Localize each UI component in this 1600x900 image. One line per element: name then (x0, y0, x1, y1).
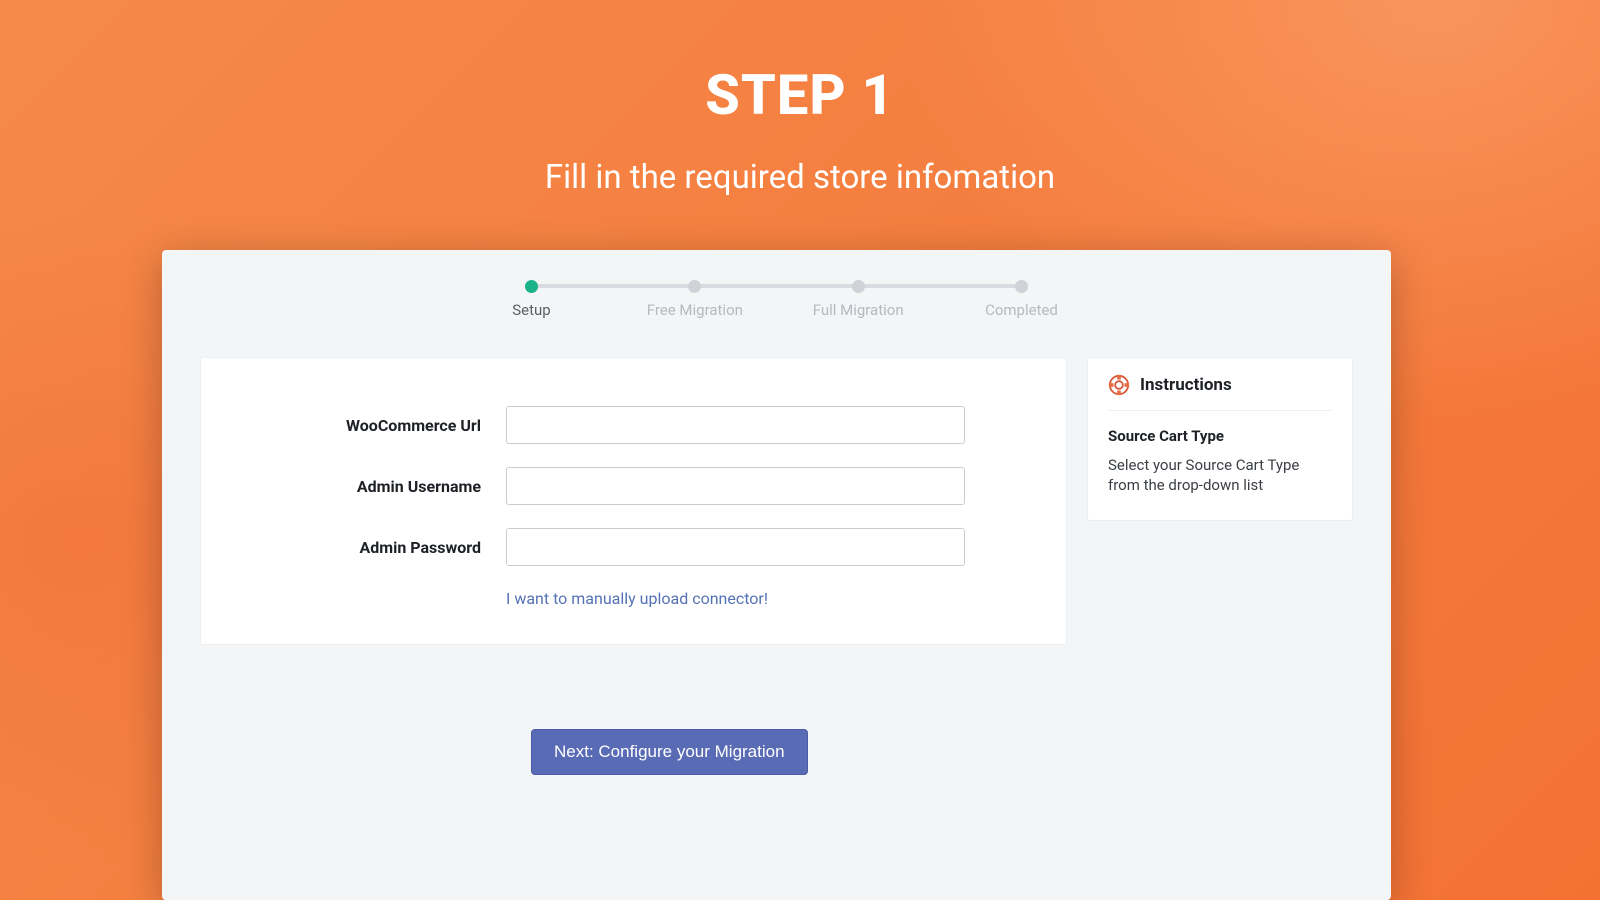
step-label: Completed (985, 301, 1058, 319)
next-button[interactable]: Next: Configure your Migration (531, 729, 808, 775)
manual-upload-link[interactable]: I want to manually upload connector! (506, 589, 1016, 608)
lifebuoy-icon (1108, 374, 1130, 396)
step-free-migration[interactable]: Free Migration (645, 280, 745, 319)
content-row: WooCommerce Url Admin Username Admin Pas… (200, 357, 1353, 645)
instructions-subheading: Source Cart Type (1108, 427, 1332, 445)
step-label: Full Migration (813, 301, 904, 319)
input-woocommerce-url[interactable] (506, 406, 965, 444)
instructions-card: Instructions Source Cart Type Select you… (1087, 357, 1353, 521)
row-admin-username: Admin Username (251, 467, 1016, 505)
step-label: Free Migration (647, 301, 743, 319)
step-completed[interactable]: Completed (971, 280, 1071, 319)
input-admin-username[interactable] (506, 467, 965, 505)
row-admin-password: Admin Password (251, 528, 1016, 566)
instructions-title: Instructions (1140, 375, 1232, 395)
instructions-header: Instructions (1108, 374, 1332, 411)
row-woocommerce-url: WooCommerce Url (251, 406, 1016, 444)
step-dot-icon (688, 280, 701, 293)
step-full-migration[interactable]: Full Migration (808, 280, 908, 319)
step-dot-icon (852, 280, 865, 293)
hero-section: STEP 1 Fill in the required store infoma… (0, 0, 1600, 197)
page-subtitle: Fill in the required store infomation (0, 158, 1600, 197)
step-dot-icon (525, 280, 538, 293)
label-woocommerce-url: WooCommerce Url (251, 416, 506, 435)
form-card: WooCommerce Url Admin Username Admin Pas… (200, 357, 1067, 645)
stepper: Setup Free Migration Full Migration Comp… (482, 280, 1072, 335)
instructions-text: Select your Source Cart Type from the dr… (1108, 455, 1332, 496)
input-admin-password[interactable] (506, 528, 965, 566)
page-title: STEP 1 (0, 62, 1600, 128)
label-admin-username: Admin Username (251, 477, 506, 496)
step-label: Setup (512, 301, 550, 319)
step-setup[interactable]: Setup (482, 280, 582, 319)
label-admin-password: Admin Password (251, 538, 506, 557)
step-dot-icon (1015, 280, 1028, 293)
wizard-panel: Setup Free Migration Full Migration Comp… (162, 250, 1391, 900)
